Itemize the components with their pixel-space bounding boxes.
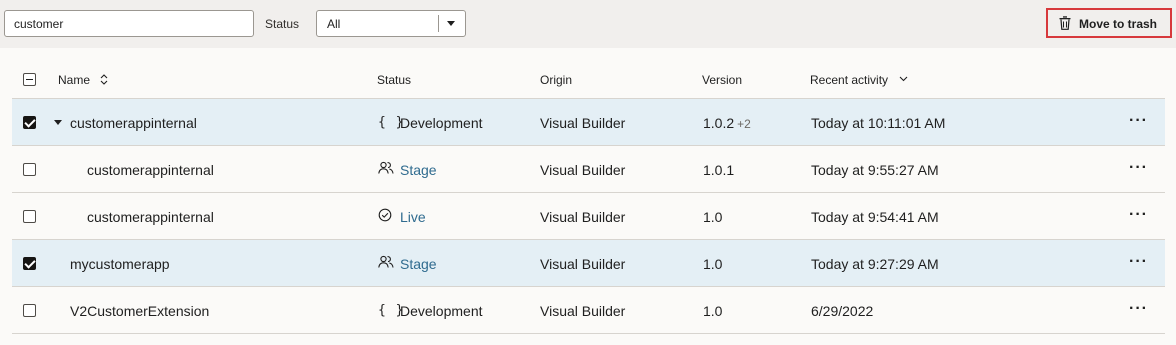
header-origin: Origin [540,73,573,87]
select-divider [438,15,439,32]
row-checkbox[interactable] [23,304,36,317]
row-recent-activity: Today at 9:54:41 AM [811,209,939,225]
table-row[interactable]: customerappinternal Live Visual Builder 1.0… [12,193,1165,240]
table-row[interactable]: mycustomerapp Stage Visual Builder 1.0 Today… [12,240,1165,287]
row-status-label[interactable]: Live [400,209,426,225]
row-recent-activity: Today at 9:55:27 AM [811,162,939,178]
row-recent-activity: 6/29/2022 [811,303,874,319]
row-version-value: 1.0 [703,303,723,319]
table-row[interactable]: customerappinternal{ } Development Visual … [12,99,1165,146]
select-all-checkbox[interactable] [23,73,36,86]
more-actions-icon[interactable]: ··· [1129,253,1148,271]
more-actions-icon[interactable]: ··· [1129,112,1148,130]
row-origin: Visual Builder [540,303,626,319]
row-version: 1.0 [703,303,722,319]
row-name[interactable]: mycustomerapp [70,256,170,272]
row-status-label[interactable]: Stage [400,162,437,178]
table-row[interactable]: customerappinternal Stage Visual Builder 1.… [12,146,1165,193]
row-version: 1.0.2 +2 [703,115,751,131]
row-name[interactable]: customerappinternal [70,115,197,131]
table-row[interactable]: V2CustomerExtension{ } Development Visual … [12,287,1165,334]
users-icon [378,161,394,178]
header-version: Version [702,73,743,87]
row-name[interactable]: customerappinternal [87,162,214,178]
status-filter-select[interactable]: All [316,10,466,37]
chevron-down-icon[interactable] [447,21,455,26]
row-origin: Visual Builder [540,115,626,131]
row-checkbox[interactable] [23,210,36,223]
header-name-label: Name [58,73,91,87]
row-origin: Visual Builder [540,162,626,178]
more-actions-icon[interactable]: ··· [1129,206,1148,224]
row-recent-activity: Today at 10:11:01 AM [811,115,946,131]
row-name[interactable]: customerappinternal [87,209,214,225]
users-icon [378,255,394,272]
row-version-extra[interactable]: +2 [737,117,751,131]
expand-caret-icon[interactable] [54,120,62,125]
row-version-value: 1.0 [703,256,723,272]
row-checkbox[interactable] [23,257,36,270]
more-actions-icon[interactable]: ··· [1129,300,1148,318]
row-version-value: 1.0 [703,209,723,225]
row-checkbox[interactable] [23,163,36,176]
row-status-label: Development [400,115,483,131]
more-actions-icon[interactable]: ··· [1129,159,1148,177]
header-status: Status [377,73,412,87]
chevron-down-icon[interactable] [899,76,908,82]
move-to-trash-button[interactable]: Move to trash [1046,8,1172,38]
table-header: Name Status Origin Version Recent activi… [12,60,1165,99]
row-version: 1.0 [703,209,722,225]
row-status-label[interactable]: Stage [400,256,437,272]
move-to-trash-label: Move to trash [1079,17,1158,31]
row-version: 1.0 [703,256,722,272]
row-origin: Visual Builder [540,209,626,225]
row-status-label: Development [400,303,483,319]
row-version-value: 1.0.2 [703,115,735,131]
status-filter-value: All [327,17,341,31]
search-input[interactable] [4,10,254,37]
sort-icon[interactable] [99,74,109,85]
check-circle-icon [378,208,392,225]
toolbar: Status All Move to trash [0,0,1176,48]
row-origin: Visual Builder [540,256,626,272]
header-name[interactable]: Name [58,73,109,87]
trash-icon [1059,16,1071,30]
row-name[interactable]: V2CustomerExtension [70,303,209,319]
row-version: 1.0.1 [703,162,734,178]
status-filter-label: Status [265,17,300,31]
row-version-value: 1.0.1 [703,162,735,178]
header-recent-activity[interactable]: Recent activity [810,73,908,87]
row-recent-activity: Today at 9:27:29 AM [811,256,939,272]
row-checkbox[interactable] [23,116,36,129]
header-recent-activity-label: Recent activity [810,73,889,87]
